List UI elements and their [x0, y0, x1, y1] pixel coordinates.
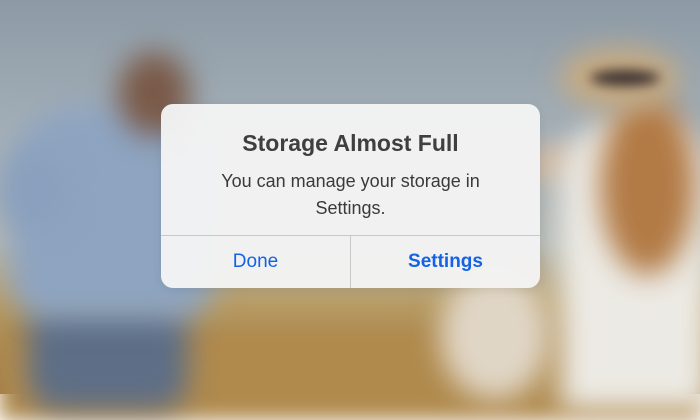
- alert-message: You can manage your storage in Settings.: [221, 171, 480, 218]
- storage-alert-dialog: Storage Almost Full You can manage your …: [161, 104, 540, 288]
- alert-title: Storage Almost Full: [242, 130, 459, 156]
- man-arm: [0, 150, 70, 230]
- hat-band: [590, 70, 660, 86]
- settings-button[interactable]: Settings: [351, 236, 540, 288]
- done-button[interactable]: Done: [161, 236, 350, 288]
- child-figure: [440, 270, 550, 400]
- woman-hair: [600, 95, 695, 275]
